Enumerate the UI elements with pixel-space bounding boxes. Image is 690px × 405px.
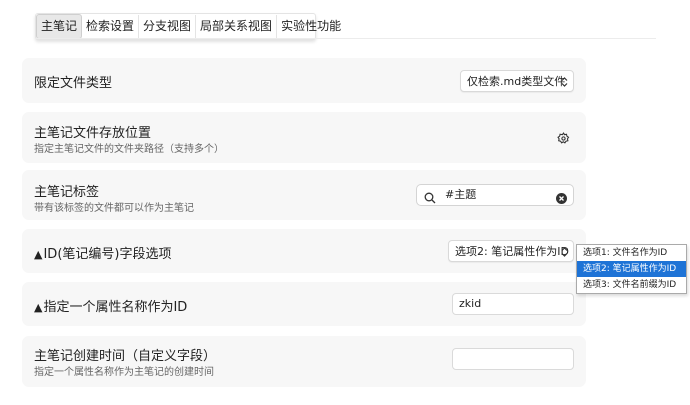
setting-title: ▲指定一个属性名称作为ID — [34, 296, 187, 315]
created-time-input[interactable] — [452, 348, 574, 370]
search-value: #主题 — [445, 188, 477, 201]
setting-title: 主笔记文件存放位置 — [34, 126, 152, 141]
setting-created-time: 主笔记创建时间（自定义字段） 指定一个属性名称作为主笔记的创建时间 — [22, 336, 586, 387]
id-field-dropdown-list: 选项1: 文件名作为ID 选项2: 笔记属性作为ID 选项3: 文件名前缀为ID — [576, 244, 687, 294]
tab-local-graph-view[interactable]: 局部关系视图 — [196, 15, 278, 38]
dropdown-option[interactable]: 选项3: 文件名前缀为ID — [577, 277, 686, 293]
gear-icon[interactable] — [557, 130, 570, 149]
select-value: 选项2: 笔记属性作为ID — [455, 245, 569, 258]
tab-branch-view[interactable]: 分支视图 — [139, 15, 197, 38]
tab-experimental[interactable]: 实验性功能 — [277, 15, 345, 38]
tab-main-note[interactable]: 主笔记 — [36, 14, 83, 39]
tag-search-input[interactable]: #主题 — [416, 184, 574, 206]
warning-icon: ▲ — [34, 301, 43, 314]
setting-title: ▲ID(笔记编号)字段选项 — [34, 243, 171, 262]
clear-icon[interactable] — [556, 189, 567, 208]
dropdown-option-selected[interactable]: 选项2: 笔记属性作为ID — [577, 261, 686, 277]
attr-name-input[interactable]: zkid — [452, 293, 574, 315]
tab-bar: 主笔记 检索设置 分支视图 局部关系视图 实验性功能 — [35, 13, 341, 40]
setting-desc: 指定主笔记文件的文件夹路径（支持多个） — [34, 144, 224, 155]
setting-storage-location: 主笔记文件存放位置 指定主笔记文件的文件夹路径（支持多个） — [22, 112, 586, 163]
setting-title: 主笔记创建时间（自定义字段） — [34, 349, 217, 364]
setting-desc: 带有该标签的文件都可以作为主笔记 — [34, 203, 194, 214]
chevron-updown-icon — [561, 241, 568, 261]
setting-file-type: 限定文件类型 仅检索.md类型文件 — [22, 58, 586, 103]
tab-search-settings[interactable]: 检索设置 — [82, 15, 140, 38]
warning-icon: ▲ — [34, 248, 43, 261]
select-value: 仅检索.md类型文件 — [467, 75, 566, 88]
setting-desc: 指定一个属性名称作为主笔记的创建时间 — [34, 367, 214, 378]
setting-title: 限定文件类型 — [34, 76, 113, 91]
setting-tag: 主笔记标签 带有该标签的文件都可以作为主笔记 #主题 — [22, 170, 586, 220]
id-field-select[interactable]: 选项2: 笔记属性作为ID — [448, 240, 574, 262]
setting-title-text: ID(笔记编号)字段选项 — [43, 247, 172, 262]
tabs-divider — [35, 38, 656, 39]
setting-id-field: ▲ID(笔记编号)字段选项 选项2: 笔记属性作为ID — [22, 229, 586, 273]
setting-attr-name: ▲指定一个属性名称作为ID zkid — [22, 282, 586, 326]
setting-title-text: 指定一个属性名称作为ID — [43, 300, 188, 315]
search-icon — [424, 189, 436, 208]
setting-title: 主笔记标签 — [34, 185, 100, 200]
dropdown-option[interactable]: 选项1: 文件名作为ID — [577, 245, 686, 261]
file-type-select[interactable]: 仅检索.md类型文件 — [460, 70, 574, 92]
chevron-updown-icon — [561, 71, 568, 91]
